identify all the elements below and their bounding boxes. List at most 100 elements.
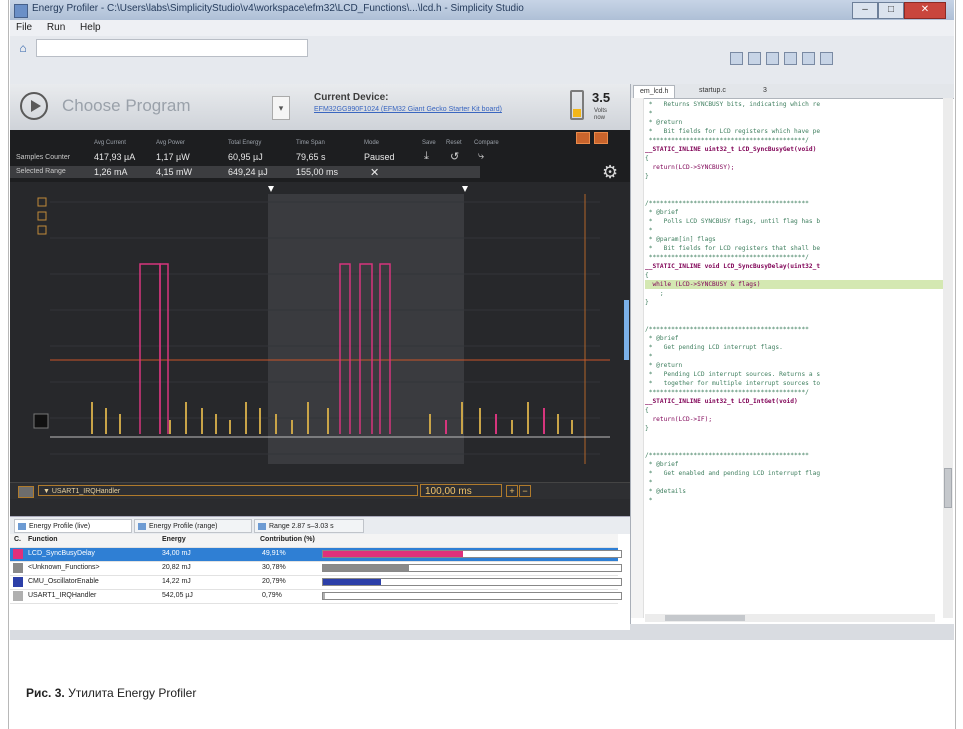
zoom-in-button[interactable]: + <box>506 485 518 497</box>
close-button[interactable]: ✕ <box>904 2 946 19</box>
code-line: /***************************************… <box>645 326 809 333</box>
table-header: C. Function Energy Contribution (%) <box>10 534 618 548</box>
compare-icon[interactable] <box>594 132 608 144</box>
contribution-bar <box>322 578 622 586</box>
function-color-badge <box>18 486 34 498</box>
stats-panel: Avg Current Avg Power Total Energy Time … <box>10 130 630 182</box>
reset-icon[interactable]: ↺ <box>450 150 459 163</box>
save-icon[interactable]: ⤓ <box>424 150 429 163</box>
code-line: } <box>645 425 649 432</box>
horizontal-scrollbar[interactable] <box>645 614 935 622</box>
address-field[interactable] <box>36 39 308 57</box>
code-line: * <box>645 110 653 117</box>
voltage-value: 3.5 <box>592 90 611 105</box>
avg-current-value: 417,93 µA <box>94 152 136 162</box>
perspective-icon[interactable] <box>730 52 743 65</box>
function-contribution-label: 49,91% <box>262 550 286 557</box>
stat-header: Total Energy <box>228 140 262 146</box>
function-color-swatch <box>13 591 23 601</box>
current-plot[interactable] <box>10 182 630 482</box>
device-link[interactable]: EFM32GG990F1024 (EFM32 Giant Gecko Start… <box>314 106 502 113</box>
table-row[interactable]: LCD_SyncBusyDelay 34,00 mJ 49,91% <box>10 548 622 562</box>
selected-function[interactable]: ▼ USART1_IRQHandler <box>38 485 418 496</box>
editor-tabs: em_lcd.h startup.c 3 <box>631 84 954 99</box>
menu-help[interactable]: Help <box>74 20 107 33</box>
play-icon[interactable] <box>20 92 48 120</box>
table-row[interactable]: USART1_IRQHandler 542,05 µJ 0,79% <box>10 590 622 604</box>
time-window-value[interactable]: 100,00 ms <box>420 484 502 497</box>
perspective-icon[interactable] <box>820 52 833 65</box>
home-icon[interactable]: ⌂ <box>16 41 30 55</box>
code-line: while (LCD->SYNCBUSY & flags) <box>645 280 945 289</box>
perspective-icon[interactable] <box>802 52 815 65</box>
program-dropdown-button[interactable]: ▾ <box>272 96 290 120</box>
code-line: return(LCD->SYNCBUSY); <box>645 164 735 171</box>
tab-range[interactable]: Range 2.87 s–3.03 s <box>254 519 364 533</box>
code-line: /***************************************… <box>645 200 809 207</box>
compare-toggle-icon[interactable]: ⤷ <box>478 150 484 163</box>
compare-icon[interactable] <box>576 132 590 144</box>
code-line: * Get pending LCD interrupt flags. <box>645 344 783 351</box>
function-contribution-label: 0,79% <box>262 592 282 599</box>
function-color-swatch <box>13 563 23 573</box>
minimize-button[interactable]: – <box>852 2 878 19</box>
perspective-icon[interactable] <box>784 52 797 65</box>
minimap-icon <box>33 413 49 429</box>
code-line: return(LCD->IF); <box>645 416 713 423</box>
perspective-icon[interactable] <box>766 52 779 65</box>
header-contribution: Contribution (%) <box>260 536 315 543</box>
tab-overflow[interactable]: 3 <box>757 85 773 97</box>
code-line: { <box>645 272 649 279</box>
tab-energy-profile-range[interactable]: Energy Profile (range) <box>134 519 252 533</box>
clear-range-icon[interactable]: ✕ <box>370 166 379 179</box>
code-line: /***************************************… <box>645 452 809 459</box>
window-title: Energy Profiler - C:\Users\labs\Simplici… <box>32 3 524 14</box>
stat-header: Compare <box>474 140 499 146</box>
stat-header: Mode <box>364 140 380 146</box>
range-avg-power-value: 4,15 mW <box>156 167 193 177</box>
choose-program-label[interactable]: Choose Program <box>62 96 191 116</box>
table-row[interactable]: <Unknown_Functions> 20,82 mJ 30,78% <box>10 562 622 576</box>
tab-em-lcd-h[interactable]: em_lcd.h <box>633 85 676 98</box>
menu-run[interactable]: Run <box>41 20 71 33</box>
function-color-swatch <box>13 577 23 587</box>
contribution-bar <box>322 592 622 600</box>
vertical-scrollbar[interactable] <box>943 98 953 618</box>
function-name: <Unknown_Functions> <box>28 564 100 571</box>
mode-value: Paused <box>364 152 395 162</box>
stat-header: Avg Current <box>94 140 126 146</box>
menu-bar: File Run Help <box>10 20 954 36</box>
perspective-icons <box>730 52 833 65</box>
function-name: USART1_IRQHandler <box>28 592 97 599</box>
code-line: * Pending LCD interrupt sources. Returns… <box>645 371 821 378</box>
zoom-out-button[interactable]: − <box>519 485 531 497</box>
selected-range <box>268 194 464 464</box>
gear-icon[interactable]: ⚙ <box>602 162 618 183</box>
code-line: * Returns SYNCBUSY bits, indicating whic… <box>645 101 821 108</box>
function-energy: 14,22 mJ <box>162 578 191 585</box>
code-line: * <box>645 227 653 234</box>
tab-energy-profile-live[interactable]: Energy Profile (live) <box>14 519 132 533</box>
stat-header: Save <box>422 140 436 146</box>
energy-profiler-panel: Choose Program ▾ Current Device: EFM32GG… <box>10 84 630 516</box>
stat-header: Avg Power <box>156 140 185 146</box>
code-line: * Bit fields for LCD registers that shal… <box>645 245 821 252</box>
menu-file[interactable]: File <box>10 20 38 33</box>
splitter-handle[interactable] <box>624 300 629 360</box>
function-trackbar: ▼ USART1_IRQHandler 100,00 ms + − <box>10 482 630 499</box>
code-line: } <box>645 173 649 180</box>
code-line: { <box>645 407 649 414</box>
code-line: { <box>645 155 649 162</box>
voltage-unit: Volts now <box>594 108 608 121</box>
tab-startup-c[interactable]: startup.c <box>693 85 732 97</box>
app-icon <box>14 4 28 18</box>
code-line: * <box>645 497 653 504</box>
perspective-icon[interactable] <box>748 52 761 65</box>
maximize-button[interactable]: □ <box>878 2 904 19</box>
code-text[interactable]: * Returns SYNCBUSY bits, indicating whic… <box>645 100 945 600</box>
table-row[interactable]: CMU_OscillatorEnable 14,22 mJ 20,79% <box>10 576 622 590</box>
code-line: * <box>645 479 653 486</box>
